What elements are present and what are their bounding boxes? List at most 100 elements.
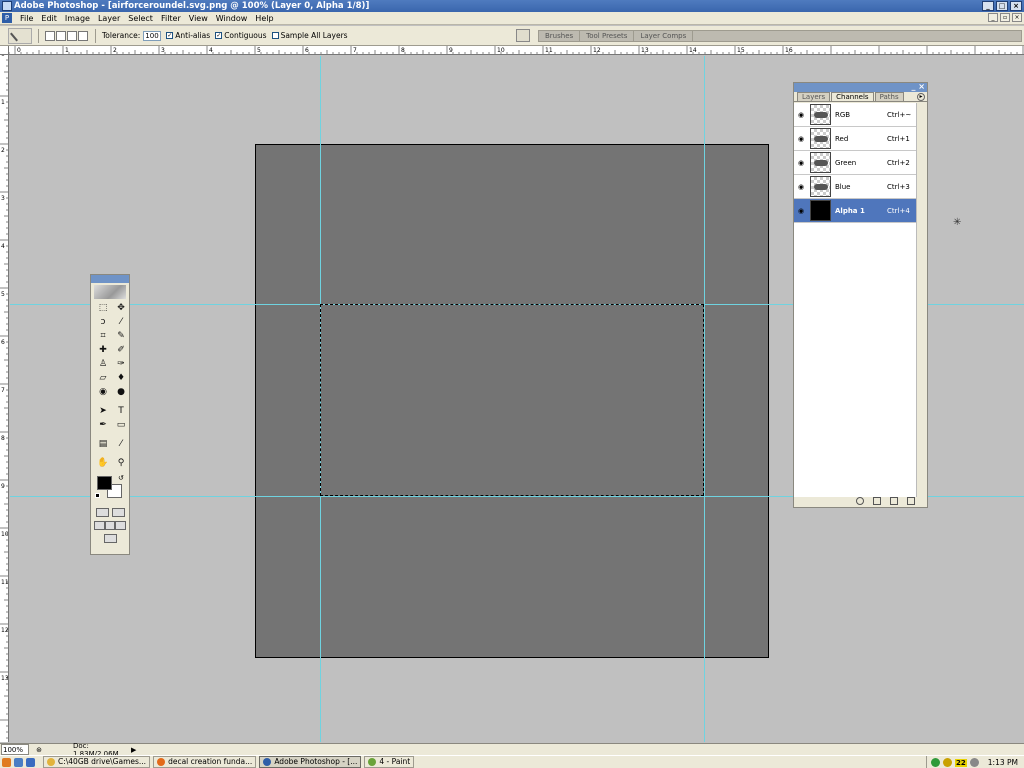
clone-stamp-tool[interactable]: ♙ xyxy=(95,358,111,370)
minimize-button[interactable]: _ xyxy=(982,1,994,11)
channel-row[interactable]: ◉ RGB Ctrl+~ xyxy=(794,103,917,127)
sample-all-checkbox[interactable] xyxy=(271,32,279,39)
menu-layer[interactable]: Layer xyxy=(94,14,124,23)
type-tool[interactable]: T xyxy=(113,405,129,417)
palette-menu-icon[interactable]: ▸ xyxy=(917,93,925,101)
trash-icon[interactable] xyxy=(907,497,915,505)
guide-vertical[interactable] xyxy=(704,56,705,742)
adobe-online-icon[interactable] xyxy=(94,285,126,299)
palette-title-bar[interactable]: _ × xyxy=(794,82,927,92)
doc-minimize-button[interactable]: _ xyxy=(988,13,998,22)
eye-icon[interactable]: ◉ xyxy=(794,135,808,143)
contiguous-checkbox[interactable]: ✓ xyxy=(215,32,223,39)
foreground-color-swatch[interactable] xyxy=(97,476,112,490)
menu-file[interactable]: File xyxy=(16,14,37,23)
tray-badge[interactable]: 22 xyxy=(955,758,967,767)
anti-alias-checkbox[interactable]: ✓ xyxy=(166,32,174,39)
channel-row[interactable]: ◉ Green Ctrl+2 xyxy=(794,151,917,175)
clock[interactable]: 1:13 PM xyxy=(988,758,1018,767)
palette-well-icon[interactable] xyxy=(516,29,530,42)
history-brush-tool[interactable]: ✑ xyxy=(113,358,129,370)
standard-mode-icon[interactable] xyxy=(95,508,109,517)
eraser-tool[interactable]: ▱ xyxy=(95,372,111,384)
menu-help[interactable]: Help xyxy=(251,14,277,23)
well-tab-layer-comps[interactable]: Layer Comps xyxy=(634,31,694,41)
ruler-top[interactable]: 0 1 2 3 4 5 6 7 8 9 10 11 12 13 14 15 16 xyxy=(9,46,1024,55)
magic-wand-tool[interactable]: ⁄ xyxy=(113,316,129,328)
imageready-jump-icon[interactable] xyxy=(103,534,117,543)
volume-icon[interactable] xyxy=(943,758,953,767)
save-selection-icon[interactable] xyxy=(873,497,881,505)
tab-layers[interactable]: Layers xyxy=(797,92,831,101)
channel-scrollbar[interactable] xyxy=(916,103,926,497)
ie-icon[interactable] xyxy=(14,757,23,767)
selection-marquee[interactable] xyxy=(320,304,704,496)
menu-filter[interactable]: Filter xyxy=(157,14,185,23)
subtract-selection-icon[interactable] xyxy=(67,30,77,41)
tolerance-input[interactable]: 100 xyxy=(143,30,162,41)
slice-tool[interactable]: ✎ xyxy=(113,330,129,342)
intersect-selection-icon[interactable] xyxy=(78,30,88,41)
standard-screen-icon[interactable] xyxy=(94,521,105,530)
path-selection-tool[interactable]: ➤ xyxy=(95,405,111,417)
document-icon[interactable]: P xyxy=(2,13,12,23)
quick-mask-icon[interactable] xyxy=(111,508,125,517)
move-tool[interactable]: ✥ xyxy=(113,302,129,314)
crop-tool[interactable]: ⌗ xyxy=(95,330,111,342)
full-screen-menu-icon[interactable] xyxy=(104,521,116,530)
zoom-field[interactable]: 100% xyxy=(1,744,29,755)
close-button[interactable]: × xyxy=(1010,1,1022,11)
marquee-tool[interactable]: ⬚ xyxy=(95,302,111,314)
swap-colors-icon[interactable]: ↺ xyxy=(118,474,124,482)
network-icon[interactable] xyxy=(931,758,941,767)
eyedropper-tool[interactable]: ⁄ xyxy=(113,438,129,450)
full-screen-icon[interactable] xyxy=(115,521,127,530)
channel-row[interactable]: ◉ Alpha 1 Ctrl+4 xyxy=(794,199,917,223)
tab-paths[interactable]: Paths xyxy=(874,92,904,101)
menu-edit[interactable]: Edit xyxy=(37,14,61,23)
healing-brush-tool[interactable]: ✚ xyxy=(95,344,111,356)
well-tab-brushes[interactable]: Brushes xyxy=(539,31,581,41)
dodge-tool[interactable]: ● xyxy=(113,386,129,398)
firefox-icon[interactable] xyxy=(2,757,11,767)
new-selection-icon[interactable] xyxy=(45,30,55,41)
tray-app-icon[interactable] xyxy=(969,758,979,767)
taskbar-button[interactable]: 4 - Paint xyxy=(364,756,415,768)
pen-tool[interactable]: ✒ xyxy=(95,419,111,431)
ruler-left[interactable]: 012345678910111213 xyxy=(0,46,9,742)
notes-tool[interactable]: ▤ xyxy=(95,438,111,450)
eye-icon[interactable]: ◉ xyxy=(794,111,808,119)
eye-icon[interactable]: ◉ xyxy=(794,207,808,215)
menu-view[interactable]: View xyxy=(185,14,212,23)
taskbar-button[interactable]: Adobe Photoshop - [... xyxy=(259,756,362,768)
taskbar-button[interactable]: C:\40GB drive\Games... xyxy=(43,756,151,768)
brush-tool[interactable]: ✐ xyxy=(113,344,129,356)
rectangle-tool[interactable]: ▭ xyxy=(113,419,129,431)
status-menu-arrow-icon[interactable]: ▶ xyxy=(131,746,141,754)
zoom-tool[interactable]: ⚲ xyxy=(113,457,129,469)
show-desktop-icon[interactable] xyxy=(26,757,35,767)
doc-close-button[interactable]: × xyxy=(1012,13,1022,22)
paint-bucket-tool[interactable]: ♦ xyxy=(113,372,129,384)
channel-row[interactable]: ◉ Blue Ctrl+3 xyxy=(794,175,917,199)
eye-icon[interactable]: ◉ xyxy=(794,159,808,167)
taskbar-button[interactable]: decal creation funda... xyxy=(153,756,257,768)
tab-channels[interactable]: Channels xyxy=(831,92,874,101)
maximize-button[interactable]: □ xyxy=(996,1,1008,11)
magic-wand-icon[interactable] xyxy=(8,27,32,44)
zoom-icon[interactable]: ⊛ xyxy=(33,746,45,754)
menu-image[interactable]: Image xyxy=(61,14,94,23)
menu-select[interactable]: Select xyxy=(124,14,157,23)
hand-tool[interactable]: ✋ xyxy=(95,457,111,469)
toolbox-title-bar[interactable] xyxy=(91,275,129,283)
well-tab-tool-presets[interactable]: Tool Presets xyxy=(580,31,635,41)
load-selection-icon[interactable] xyxy=(856,497,864,505)
new-channel-icon[interactable] xyxy=(890,497,898,505)
doc-restore-button[interactable]: ▫ xyxy=(1000,13,1010,22)
default-colors-icon[interactable] xyxy=(95,493,100,498)
add-selection-icon[interactable] xyxy=(56,30,66,41)
menu-window[interactable]: Window xyxy=(212,14,252,23)
channel-row[interactable]: ◉ Red Ctrl+1 xyxy=(794,127,917,151)
palette-close-icon[interactable]: _ × xyxy=(912,82,926,91)
lasso-tool[interactable]: ↄ xyxy=(95,316,111,328)
